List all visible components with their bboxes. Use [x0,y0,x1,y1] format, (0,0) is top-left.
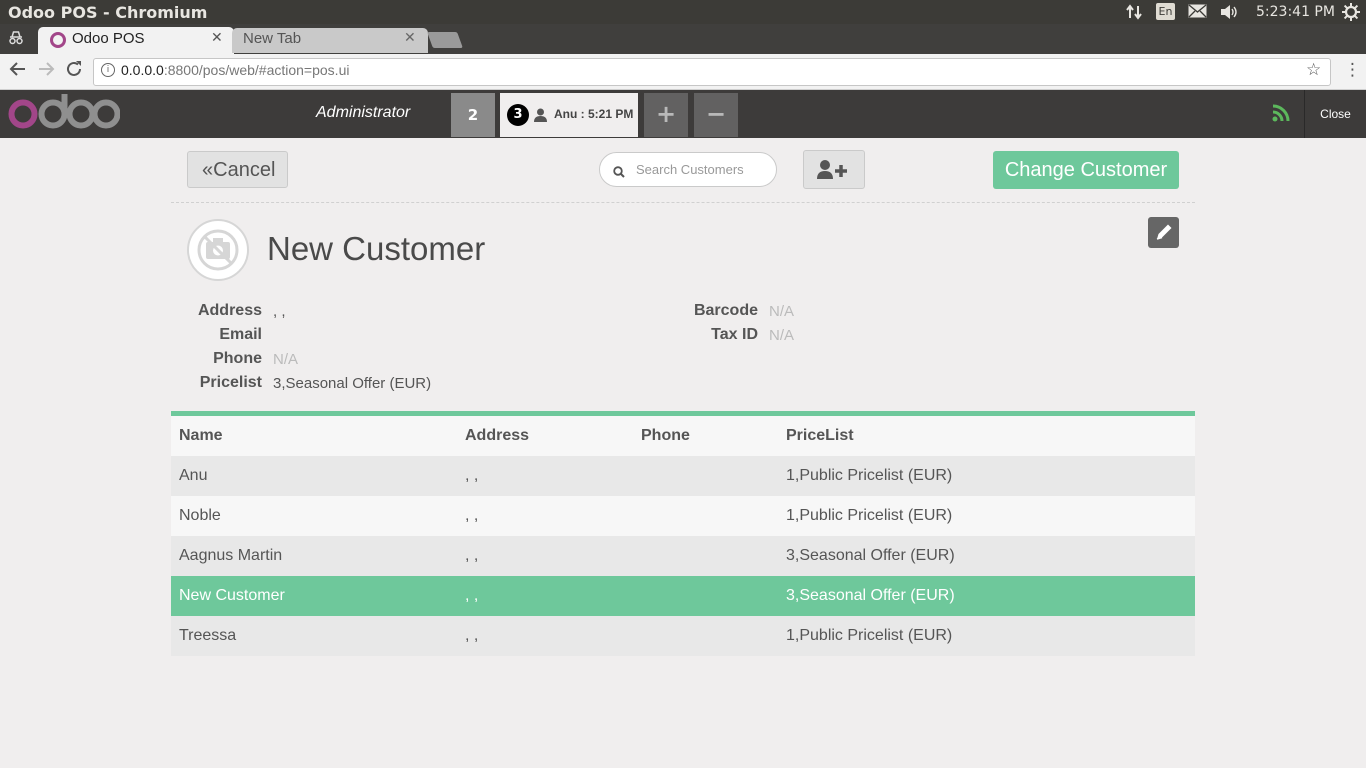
odoo-logo [6,92,121,140]
browser-menu-icon[interactable]: ⋮ [1344,60,1361,80]
close-pos-button[interactable]: Close [1305,90,1366,138]
incognito-icon [8,31,24,49]
delete-order-button[interactable]: − [694,93,738,137]
tab-close-icon[interactable]: ✕ [211,30,223,46]
bookmark-star-icon[interactable]: ☆ [1306,60,1321,80]
customer-list-table: Name Address Phone PriceList Anu , , 1,P… [171,411,1195,656]
window-title: Odoo POS - Chromium [8,3,208,22]
address-label: Address [197,302,262,319]
connection-status-icon[interactable] [1272,104,1290,126]
customer-name: New Customer [267,230,486,267]
barcode-label: Barcode [693,302,758,319]
no-photo-icon [197,229,239,271]
customer-avatar[interactable] [187,219,249,281]
url-path: :8800/pos/web/#action=pos.ui [163,62,350,78]
order-number-badge: 3 [507,104,529,126]
double-chevron-left-icon: « [202,159,214,181]
network-icon[interactable] [1126,4,1142,20]
url-host: 0.0.0.0 [121,62,164,78]
customer-pricelist-cell: 1,Public Pricelist (EUR) [786,627,953,644]
tax-id-label: Tax ID [711,326,758,343]
pencil-icon [1156,224,1172,240]
separator [171,202,1195,203]
order-tab[interactable]: 2 [451,93,495,137]
customer-address-cell: , , [465,507,479,524]
customer-name-cell: Anu [179,467,208,484]
settings-gear-icon[interactable] [1342,3,1360,21]
column-header-address: Address [465,427,530,444]
mail-icon[interactable] [1188,4,1207,20]
user-icon [534,107,547,126]
browser-tab-label: New Tab [243,30,302,47]
keyboard-layout-indicator[interactable]: En [1156,3,1175,20]
new-order-button[interactable]: + [644,93,688,137]
pricelist-label: Pricelist [199,374,262,391]
back-arrow-icon[interactable] [9,60,27,83]
customer-name-cell: Treessa [179,627,237,644]
column-header-pricelist: PriceList [786,427,854,444]
search-icon [613,163,625,182]
tab-close-icon[interactable]: ✕ [404,30,416,46]
customer-name-cell: Noble [179,507,221,524]
pos-username[interactable]: Administrator [316,104,410,122]
order-tab-label: Anu : 5:21 PM [554,107,634,121]
customer-pricelist-cell: 3,Seasonal Offer (EUR) [786,547,955,564]
odoo-favicon-icon [50,32,66,48]
pricelist-value: 3,Seasonal Offer (EUR) [273,375,432,392]
add-customer-button[interactable] [803,150,865,189]
customer-name-cell: Aagnus Martin [179,547,283,564]
customer-row[interactable]: Anu , , 1,Public Pricelist (EUR) [171,456,1195,496]
table-header-row: Name Address Phone PriceList [171,416,1195,456]
address-value: , , [273,303,286,320]
new-tab-button[interactable] [427,32,463,48]
column-header-name: Name [179,427,223,444]
customer-row[interactable]: Treessa , , 1,Public Pricelist (EUR) [171,616,1195,656]
add-user-icon [817,160,847,179]
search-customers-input[interactable] [632,158,780,181]
email-label: Email [219,326,262,343]
customer-name-cell: New Customer [179,587,285,604]
customer-row-selected[interactable]: New Customer , , 3,Seasonal Offer (EUR) [171,576,1195,616]
browser-tab-label: Odoo POS [72,30,145,47]
cancel-label: Cancel [213,159,276,181]
customer-address-cell: , , [465,627,479,644]
clock[interactable]: 5:23:41 PM [1256,4,1335,20]
customer-row[interactable]: Noble , , 1,Public Pricelist (EUR) [171,496,1195,536]
site-info-icon[interactable]: i [101,63,115,77]
customer-pricelist-cell: 1,Public Pricelist (EUR) [786,507,953,524]
phone-value: N/A [273,351,299,368]
column-header-phone: Phone [641,427,690,444]
customer-pricelist-cell: 3,Seasonal Offer (EUR) [786,587,955,604]
change-customer-button[interactable]: Change Customer [993,151,1179,189]
edit-customer-button[interactable] [1148,217,1179,248]
tax-id-value: N/A [769,327,795,344]
customer-address-cell: , , [465,467,479,484]
reload-icon[interactable] [65,60,83,83]
phone-label: Phone [213,350,262,367]
customer-row[interactable]: Aagnus Martin , , 3,Seasonal Offer (EUR) [171,536,1195,576]
volume-icon[interactable] [1220,4,1240,20]
customer-address-cell: , , [465,547,479,564]
customer-address-cell: , , [465,587,479,604]
url-text[interactable]: 0.0.0.0:8800/pos/web/#action=pos.ui [121,62,349,78]
forward-arrow-icon[interactable] [37,60,55,83]
barcode-value: N/A [769,303,795,320]
customer-pricelist-cell: 1,Public Pricelist (EUR) [786,467,953,484]
cancel-button[interactable]: «Cancel [187,151,288,188]
